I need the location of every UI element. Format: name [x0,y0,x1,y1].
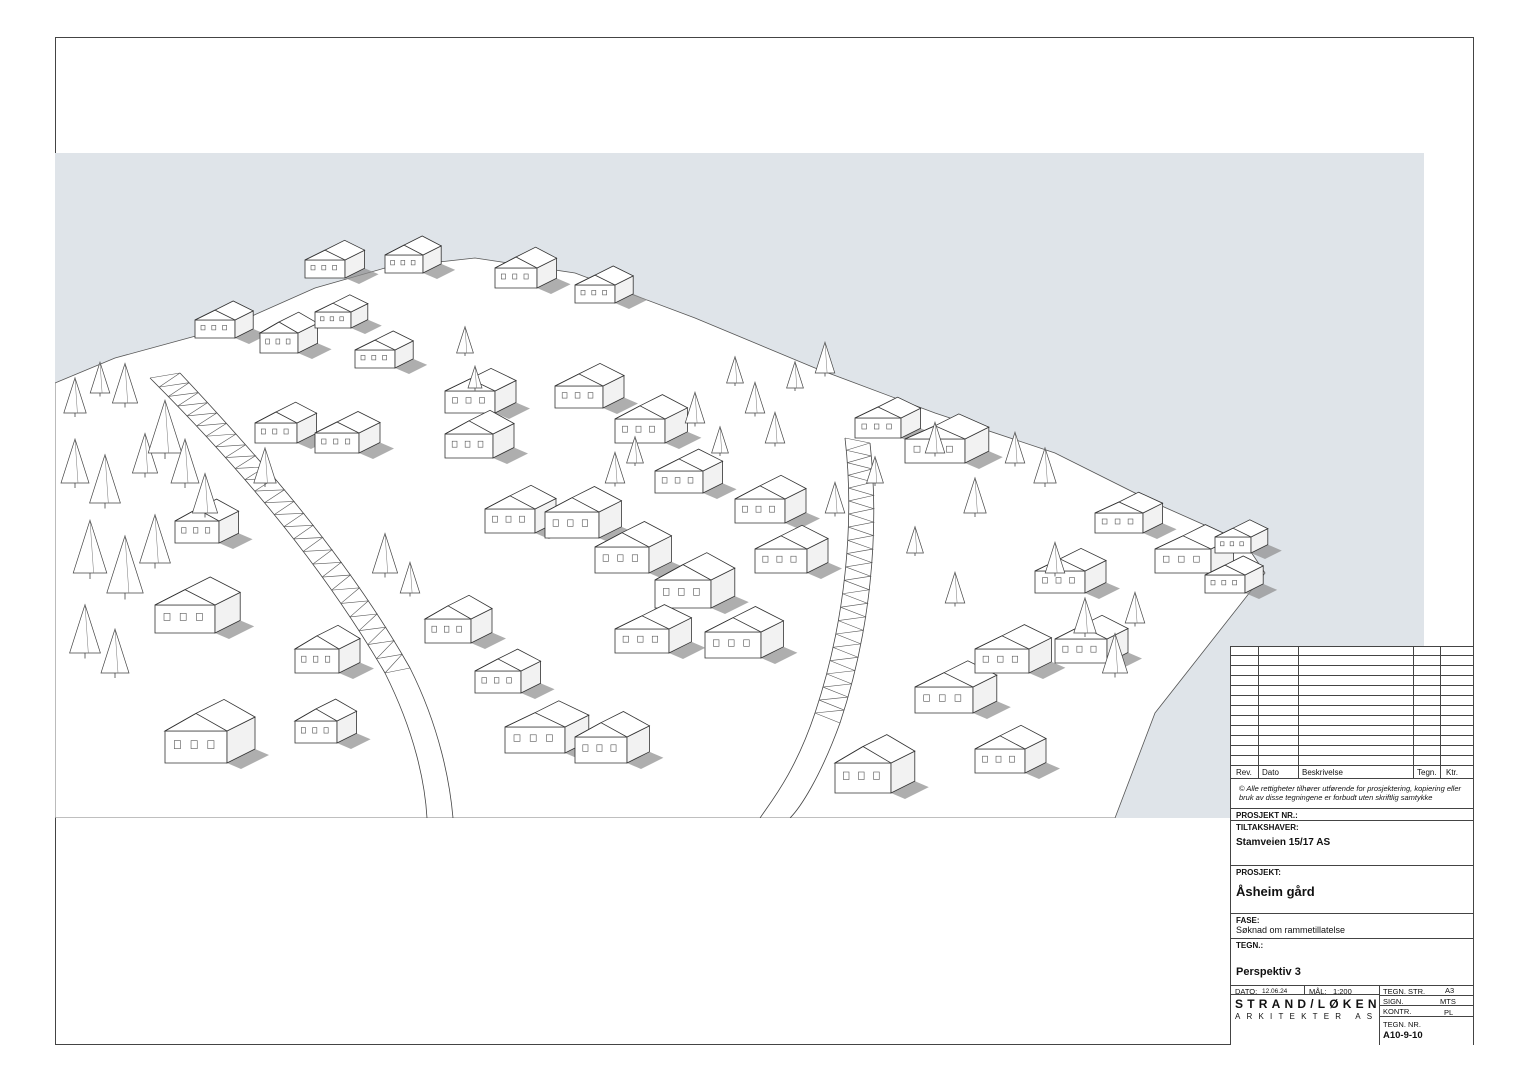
drawing-label: TEGN.: [1236,941,1264,950]
firm-logo-subtitle: ARKITEKTER AS [1235,1012,1379,1021]
date-header: Dato [1262,768,1279,777]
checked-value: PL [1444,1008,1454,1017]
drawing-number-label: TEGN. NR. [1383,1020,1421,1029]
copyright-note: © Alle rettigheter tilhører utførende fo… [1239,784,1462,802]
drawn-header: Tegn. [1417,768,1437,777]
signed-value: MTS [1440,997,1456,1006]
title-block: Rev. Dato Beskrivelse Tegn. Ktr. © Alle … [1230,646,1474,1045]
scale-value: 1:200 [1333,987,1352,996]
perspective-render [55,153,1424,818]
house-1 [304,239,379,284]
project-number-label: PROSJEKT NR.: [1236,811,1298,820]
house-42 [1214,519,1282,559]
description-header: Beskrivelse [1302,768,1343,777]
client-label: TILTAKSHAVER: [1236,823,1299,832]
sheet-size-label: TEGN. STR. [1383,987,1426,996]
rev-header: Rev. [1236,768,1252,777]
checked-header: Ktr. [1446,768,1459,777]
phase-value: Søknad om rammetillatelse [1236,925,1346,935]
firm-logo-wordmark: STRAND/LØKEN [1235,997,1381,1011]
client-name: Stamveien 15/17 AS [1236,837,1331,848]
sheet-size-value: A3 [1445,986,1455,995]
drawing-title: Perspektiv 3 [1236,966,1301,978]
house-4 [574,265,648,309]
scale-label: MÅL: [1309,987,1327,996]
date-value: 12.06.24 [1262,988,1288,995]
project-label: PROSJEKT: [1236,868,1281,877]
phase-label: FASE: [1236,916,1260,925]
checked-label: KONTR. [1383,1007,1412,1016]
drawing-number-value: A10-9-10 [1383,1030,1423,1041]
signed-label: SIGN. [1383,997,1404,1006]
perspective-illustration [55,235,1282,818]
date-label: DATO: [1235,987,1258,996]
project-name: Åsheim gård [1236,884,1315,899]
tree-26 [814,341,836,377]
house-2 [384,235,456,279]
